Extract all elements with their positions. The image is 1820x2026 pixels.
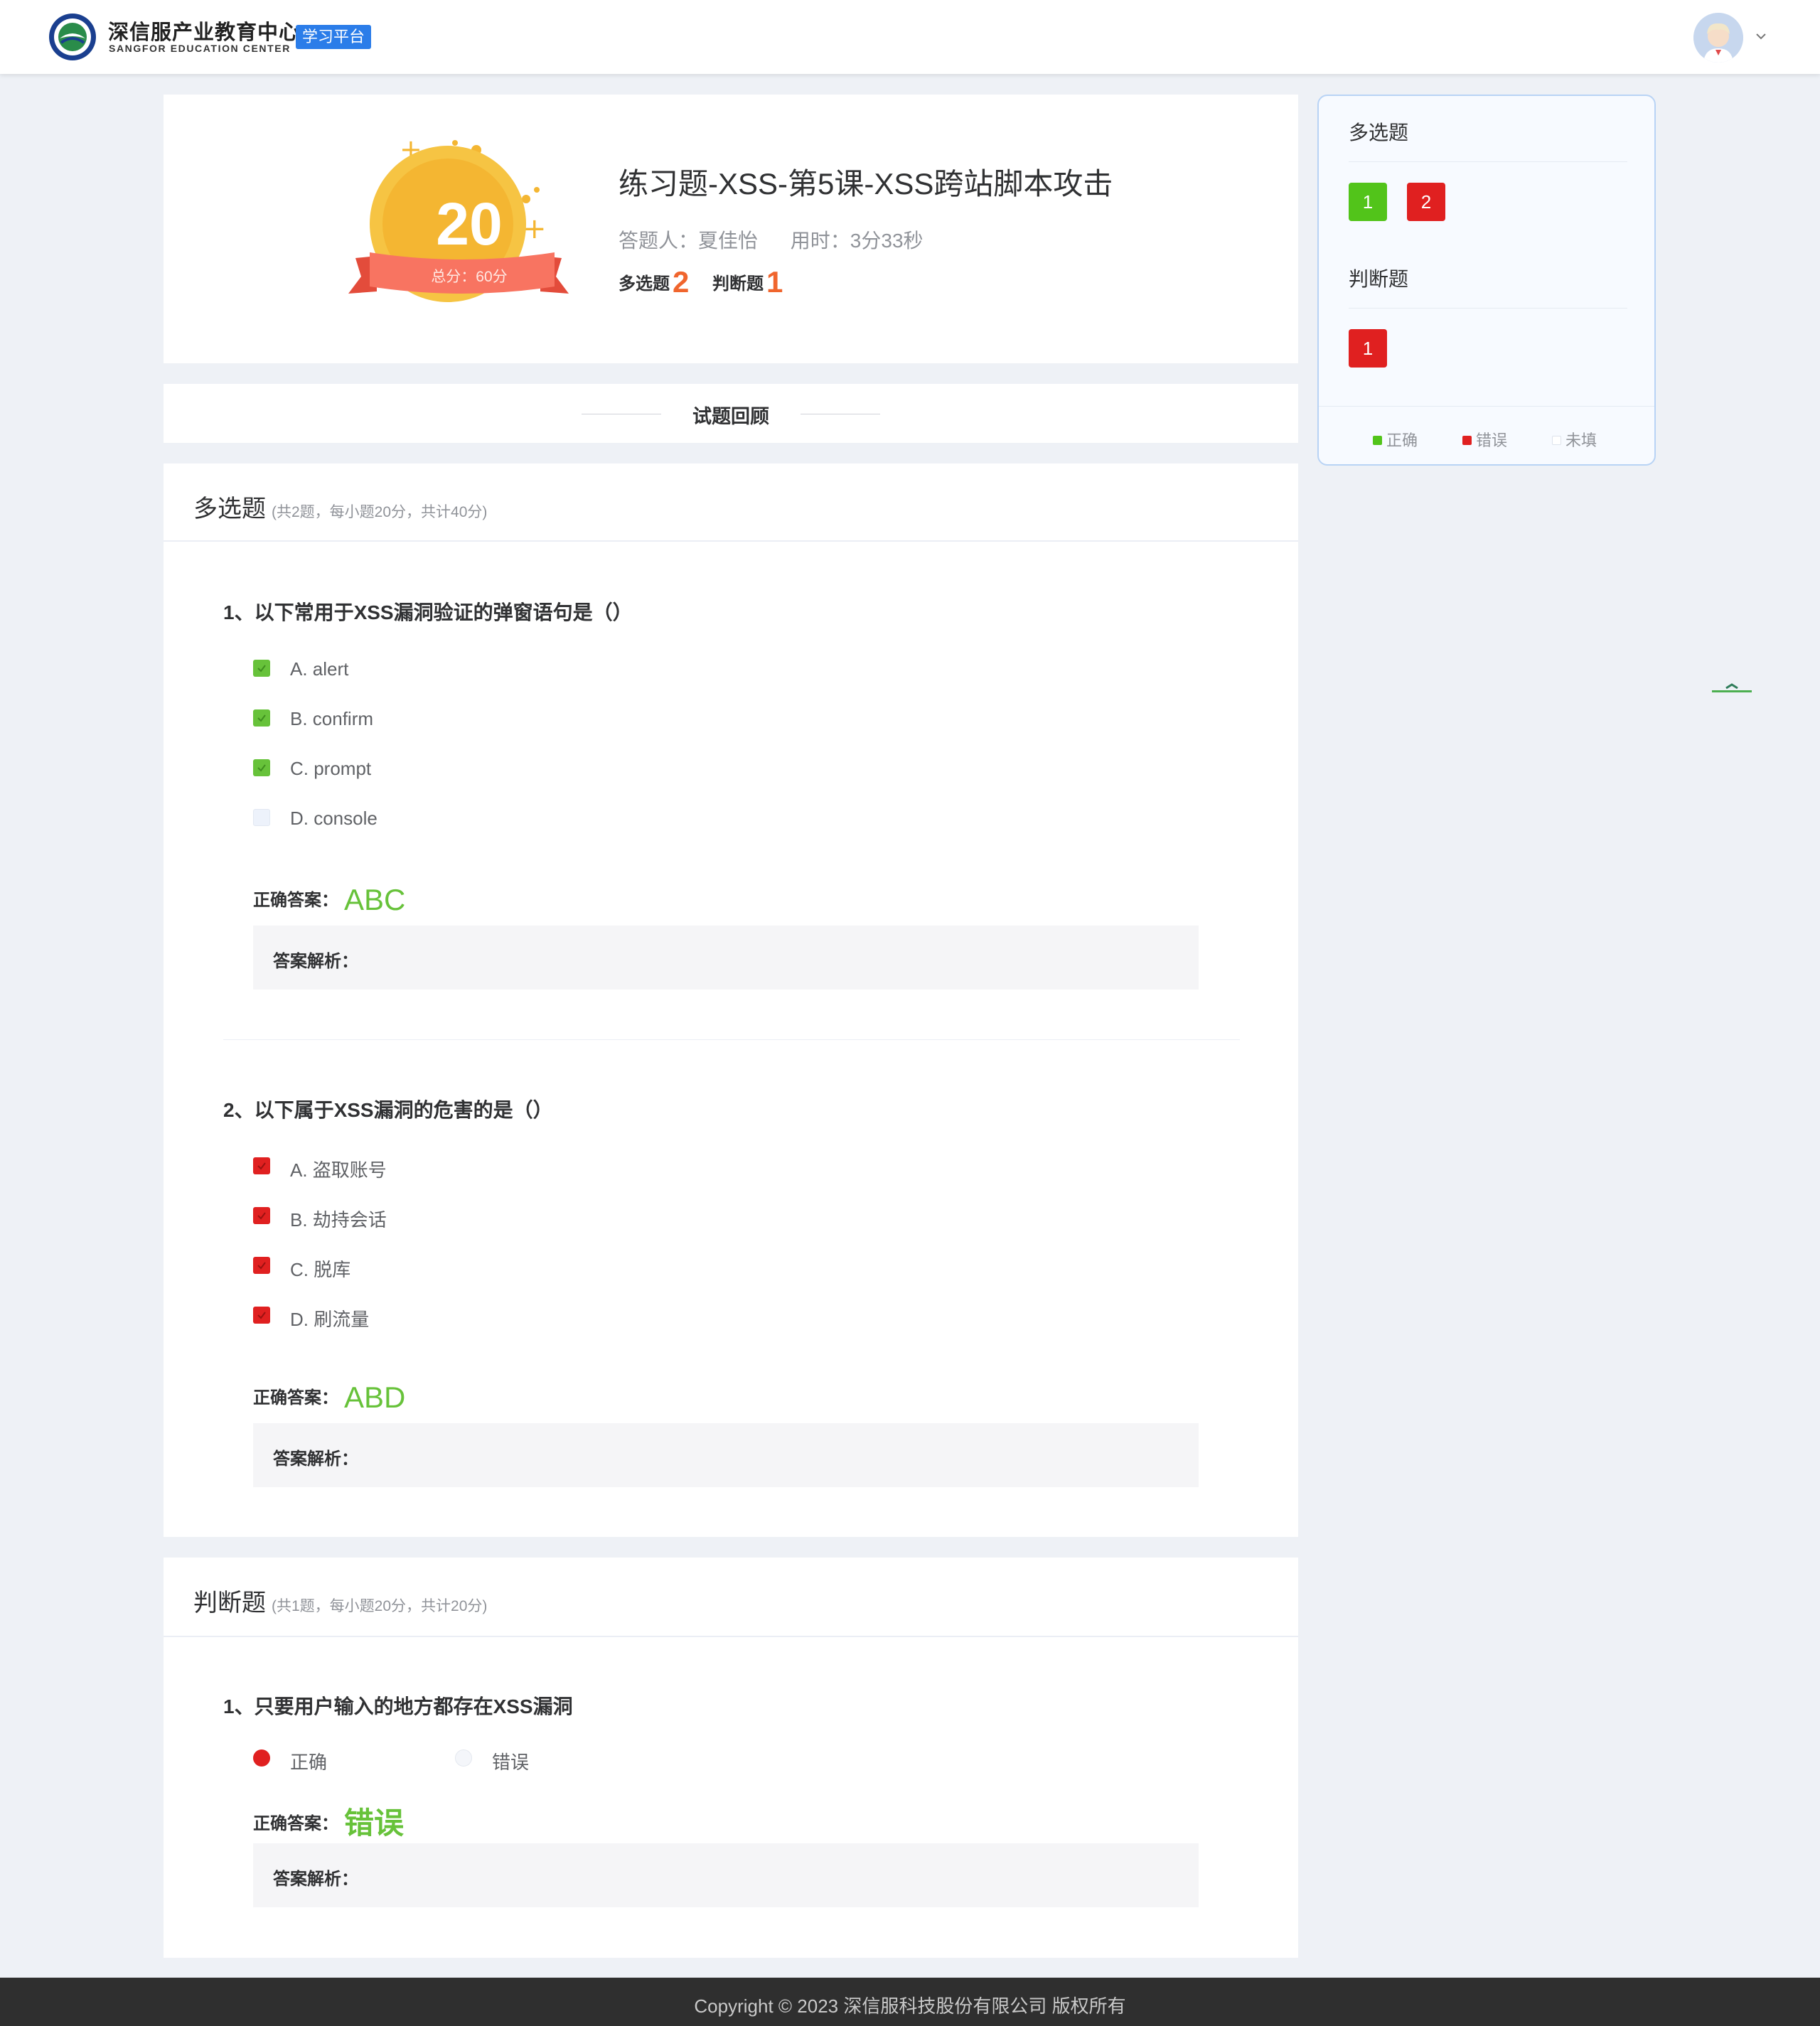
count-label-multi: 多选题 — [619, 274, 670, 294]
legend-wrong: 错误 — [1462, 428, 1507, 451]
answer-value: 错误 — [344, 1806, 405, 1840]
total-score: 总分：60分 — [431, 269, 508, 285]
user-avatar[interactable] — [1693, 13, 1743, 63]
option-label: B. 劫持会话 — [290, 1209, 387, 1231]
question-counts: 多选题2 判断题1 — [619, 265, 801, 299]
option-label: A. alert — [290, 658, 349, 680]
judge-section: 判断题 (共1题，每小题20分，共计20分) 1、只要用户输入的地方都存在XSS漏… — [164, 1558, 1298, 1958]
checkbox-checked-icon[interactable] — [253, 709, 270, 727]
divider — [223, 1039, 1240, 1040]
checkbox-checked-icon[interactable] — [253, 1207, 270, 1224]
avatar-icon — [1693, 13, 1743, 63]
count-value-judge: 1 — [766, 265, 783, 299]
nav-group-title: 判断题 — [1349, 268, 1409, 290]
option-label: B. confirm — [290, 708, 374, 729]
analysis-label: 答案解析： — [273, 1870, 358, 1889]
option-label: 正确 — [290, 1752, 328, 1773]
count-label-judge: 判断题 — [712, 274, 764, 294]
page-footer: Copyright © 2023 深信服科技股份有限公司 版权所有 — [0, 1978, 1820, 2026]
divider — [164, 1636, 1298, 1637]
answer-analysis: 答案解析： — [253, 1423, 1199, 1487]
answer-label: 正确答案： — [253, 891, 338, 910]
section-title: 判断题 — [193, 1590, 266, 1617]
sangfor-logo-icon[interactable] — [48, 13, 97, 61]
question-title: 1、以下常用于XSS漏洞验证的弹窗语句是（） — [223, 601, 633, 623]
option-label: C. 脱库 — [290, 1259, 351, 1280]
option-label: D. 刷流量 — [290, 1309, 370, 1330]
section-heading: 多选题 (共2题，每小题20分，共计40分) — [193, 489, 487, 524]
result-summary-card: + + 20 总分：60分 练习题-XSS-第5课-XSS跨站脚本攻击 答题人：… — [164, 95, 1298, 363]
option-label: 错误 — [492, 1752, 530, 1773]
answer-value: ABC — [344, 883, 406, 916]
legend-correct: 正确 — [1373, 428, 1418, 451]
radio-empty-icon[interactable] — [455, 1749, 472, 1767]
answer-value: ABD — [344, 1381, 406, 1414]
analysis-label: 答案解析： — [273, 1449, 358, 1469]
answer-analysis: 答案解析： — [253, 1843, 1199, 1907]
legend-label: 正确 — [1386, 432, 1418, 449]
checkbox-empty-icon[interactable] — [253, 809, 270, 826]
legend-swatch-icon — [1462, 436, 1472, 445]
question-title: 1、只要用户输入的地方都存在XSS漏洞 — [223, 1695, 573, 1717]
legend-label: 错误 — [1476, 432, 1508, 449]
duration: 用时：3分33秒 — [790, 230, 924, 252]
nav-multi-2-button[interactable]: 2 — [1407, 183, 1445, 221]
divider — [1349, 308, 1627, 309]
checkbox-checked-icon[interactable] — [253, 1307, 270, 1324]
radio-selected-icon[interactable] — [253, 1749, 270, 1767]
answer-label: 正确答案： — [253, 1388, 338, 1408]
option-label: A. 盗取账号 — [290, 1159, 387, 1181]
svg-text:+: + — [523, 213, 547, 245]
nav-multi-1-button[interactable]: 1 — [1349, 183, 1387, 221]
answer-analysis: 答案解析： — [253, 926, 1199, 990]
correct-answer: 正确答案： ABD — [253, 1381, 405, 1415]
score-value: 20 — [436, 191, 503, 257]
section-info: (共2题，每小题20分，共计40分) — [272, 504, 488, 520]
platform-badge: 学习平台 — [296, 25, 372, 49]
answer-label: 正确答案： — [253, 1814, 338, 1833]
section-title: 多选题 — [193, 495, 266, 522]
nav-judge-1-button[interactable]: 1 — [1349, 329, 1387, 368]
analysis-label: 答案解析： — [273, 952, 358, 971]
chevron-down-icon[interactable] — [1753, 28, 1769, 44]
option-label: D. console — [290, 808, 378, 829]
legend-swatch-icon — [1373, 436, 1382, 445]
top-header: 深信服产业教育中心 SANGFOR EDUCATION CENTER 学习平台 — [0, 0, 1820, 74]
checkbox-checked-icon[interactable] — [253, 1157, 270, 1174]
correct-answer: 正确答案： ABC — [253, 883, 405, 917]
legend-unanswered: 未填 — [1552, 428, 1597, 451]
multi-choice-section: 多选题 (共2题，每小题20分，共计40分) 1、以下常用于XSS漏洞验证的弹窗语… — [164, 463, 1298, 1537]
review-header: 试题回顾 — [164, 384, 1298, 443]
copyright-text: Copyright © 2023 深信服科技股份有限公司 版权所有 — [694, 1995, 1126, 2017]
review-title: 试题回顾 — [692, 406, 769, 427]
logo-subtitle: SANGFOR EDUCATION CENTER — [109, 43, 291, 54]
section-heading: 判断题 (共1题，每小题20分，共计20分) — [193, 1583, 487, 1618]
divider — [1349, 161, 1627, 162]
count-value-multi: 2 — [673, 265, 690, 299]
legend-swatch-icon — [1552, 436, 1561, 445]
checkbox-checked-icon[interactable] — [253, 759, 270, 776]
divider — [1319, 406, 1654, 407]
divider — [164, 540, 1298, 542]
legend-label: 未填 — [1565, 432, 1597, 449]
question-title: 2、以下属于XSS漏洞的危害的是（） — [223, 1099, 553, 1121]
correct-answer: 正确答案： 错误 — [253, 1799, 404, 1843]
checkbox-checked-icon[interactable] — [253, 1257, 270, 1274]
checkbox-checked-icon[interactable] — [253, 660, 270, 677]
answer-meta: 答题人：夏佳怡 用时：3分33秒 — [619, 225, 951, 254]
back-to-top-icon[interactable] — [1712, 682, 1752, 694]
exam-title: 练习题-XSS-第5课-XSS跨站脚本攻击 — [619, 167, 1113, 200]
logo-title: 深信服产业教育中心 — [108, 21, 301, 44]
option-label: C. prompt — [290, 758, 372, 779]
answerer-name: 答题人：夏佳怡 — [619, 230, 759, 252]
question-navigator: 多选题 1 2 判断题 1 正确 错误 未填 — [1317, 95, 1656, 466]
nav-group-title: 多选题 — [1349, 122, 1409, 144]
section-info: (共1题，每小题20分，共计20分) — [272, 1598, 488, 1614]
